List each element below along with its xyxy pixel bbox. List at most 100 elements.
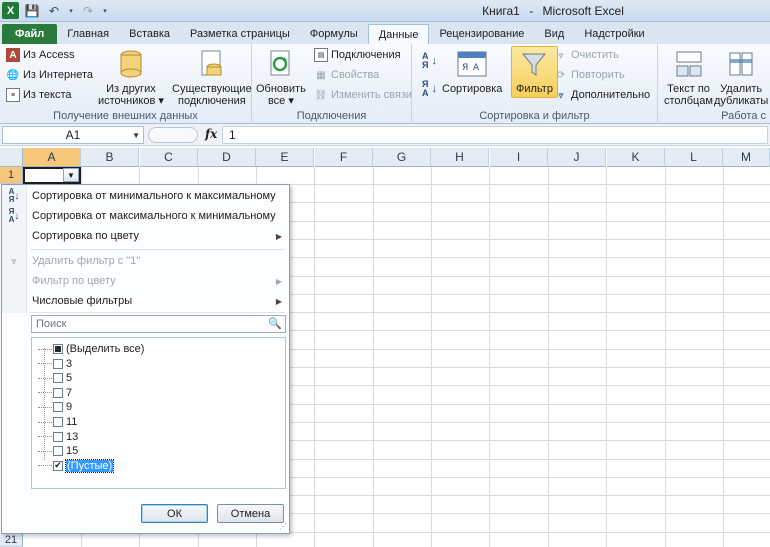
checkbox[interactable]	[53, 417, 63, 427]
filter-value-item[interactable]: 13	[38, 430, 78, 444]
row-header-1[interactable]: 1	[0, 167, 23, 184]
tree-connector	[38, 450, 52, 452]
column-header-k[interactable]: K	[607, 148, 665, 167]
filter-value-item[interactable]: 11	[38, 415, 77, 429]
title-bar: X 💾 ↶ ▾ ↷ ▾ Книга1 - Microsoft Excel	[0, 0, 770, 22]
clear-filter-button[interactable]: ⩔ Очистить	[554, 48, 619, 62]
from-other-label-2: источников ▾	[98, 95, 164, 107]
menu-clear-filter[interactable]: ⩔ Удалить фильтр с "1"	[2, 251, 289, 271]
from-text-button[interactable]: ≡ Из текста	[6, 88, 72, 102]
remove-duplicates-icon	[725, 48, 757, 80]
name-box[interactable]: A1 ▼	[2, 126, 144, 144]
column-header-l[interactable]: L	[665, 148, 723, 167]
insert-function-icon[interactable]: fx	[205, 127, 217, 141]
menu-filter-by-color[interactable]: Фильтр по цвету ▶	[2, 271, 289, 291]
resize-grip-icon[interactable]: ⋰	[279, 522, 287, 531]
advanced-filter-button[interactable]: ⩔ Дополнительно	[554, 88, 650, 102]
sort-za-icon[interactable]: Я А ↓	[422, 80, 437, 98]
column-header-f[interactable]: F	[315, 148, 373, 167]
column-header-i[interactable]: I	[490, 148, 548, 167]
tab-home[interactable]: Главная	[57, 24, 119, 44]
filter-search-input[interactable]: Поиск 🔍	[31, 315, 286, 333]
from-access-button[interactable]: A Из Access	[6, 48, 74, 62]
title-separator: -	[529, 4, 534, 18]
tab-file[interactable]: Файл	[2, 24, 58, 44]
sort-descending-label: Сортировка от максимального к минимально…	[32, 210, 276, 222]
refresh-all-button[interactable]: Обновить все ▾	[256, 48, 306, 107]
autofilter-dropdown-button[interactable]: ▼	[63, 168, 79, 182]
reapply-button[interactable]: ⟳ Повторить	[554, 68, 625, 82]
remove-duplicates-button[interactable]: Удалить дубликаты	[714, 48, 768, 107]
filter-value-item[interactable]: ✔ (Пустые)	[38, 458, 115, 473]
column-header-d[interactable]: D	[198, 148, 256, 167]
filter-value-item[interactable]: 15	[38, 444, 78, 458]
sort-az-icon[interactable]: А Я ↓	[422, 52, 437, 70]
menu-sort-by-color[interactable]: Сортировка по цвету ▶	[2, 226, 289, 246]
column-header-b[interactable]: B	[81, 148, 139, 167]
gridline	[314, 167, 315, 547]
group-label-data-tools: Работа с	[721, 110, 766, 122]
existing-connections-button[interactable]: Существующие подключения	[172, 48, 252, 107]
from-other-sources-button[interactable]: Из других источников ▾	[98, 48, 164, 107]
connections-button[interactable]: ▤ Подключения	[314, 48, 401, 62]
column-header-e[interactable]: E	[256, 148, 314, 167]
tab-page-layout[interactable]: Разметка страницы	[180, 24, 300, 44]
filter-value-item[interactable]: 7	[38, 386, 72, 400]
tab-data[interactable]: Данные	[367, 24, 430, 44]
tab-view[interactable]: Вид	[534, 24, 574, 44]
sort-button[interactable]: ЯА Сортировка	[442, 48, 502, 95]
filter-button[interactable]: Фильтр	[511, 46, 558, 98]
menu-sort-descending[interactable]: Я А ↓ Сортировка от максимального к минима…	[2, 206, 289, 226]
text-to-columns-button[interactable]: Текст по столбцам	[664, 48, 713, 107]
ok-button[interactable]: ОК	[141, 504, 208, 523]
remove-duplicates-label-1: Удалить	[720, 83, 763, 95]
column-header-h[interactable]: H	[431, 148, 489, 167]
formula-input[interactable]: 1	[222, 126, 768, 144]
cancel-button[interactable]: Отмена	[217, 504, 284, 523]
clear-label: Очистить	[571, 49, 619, 61]
advanced-filter-icon: ⩔	[558, 89, 564, 101]
checkbox[interactable]	[53, 373, 63, 384]
clear-filter-label: Удалить фильтр с "1"	[32, 255, 141, 267]
checkbox[interactable]	[53, 344, 63, 354]
select-all-corner[interactable]	[0, 148, 23, 167]
ribbon: A Из Access 🌐 Из Интернета ≡ Из текста И…	[0, 44, 770, 124]
row-header-21[interactable]: 21	[0, 534, 23, 547]
filter-values-list[interactable]: (Выделить все) 3 5 7 9 11 13 15 ✔ (Пустые)	[31, 337, 286, 489]
column-header-a[interactable]: A	[23, 148, 81, 167]
checkbox[interactable]: ✔	[53, 460, 63, 471]
tab-formulas[interactable]: Формулы	[300, 24, 368, 44]
from-web-button[interactable]: 🌐 Из Интернета	[6, 68, 93, 82]
column-header-m[interactable]: M	[723, 148, 770, 167]
clear-filter-icon: ⩔	[558, 49, 564, 61]
checkbox[interactable]	[53, 402, 63, 413]
tab-insert[interactable]: Вставка	[119, 24, 180, 44]
filter-value-item[interactable]: (Выделить все)	[38, 342, 144, 356]
tab-addins[interactable]: Надстройки	[574, 24, 654, 44]
group-external-data: A Из Access 🌐 Из Интернета ≡ Из текста И…	[0, 44, 252, 124]
checkbox[interactable]	[53, 446, 63, 457]
chevron-down-icon[interactable]: ▼	[132, 131, 140, 140]
column-header-j[interactable]: J	[548, 148, 606, 167]
column-header-c[interactable]: C	[140, 148, 198, 167]
filter-value-item[interactable]: 9	[38, 400, 72, 414]
search-icon[interactable]: 🔍	[268, 317, 282, 330]
properties-button[interactable]: ▦ Свойства	[314, 68, 379, 82]
refresh-all-label-2: все ▾	[267, 95, 294, 107]
tree-connector	[38, 363, 52, 365]
filter-value-label: 5	[66, 372, 73, 385]
menu-number-filters[interactable]: Числовые фильтры ▶	[2, 291, 289, 311]
checkbox[interactable]	[53, 387, 63, 398]
edit-links-button[interactable]: ⛓ Изменить связи	[314, 88, 412, 102]
group-label-sort-filter: Сортировка и фильтр	[479, 110, 590, 122]
tab-review[interactable]: Рецензирование	[429, 24, 534, 44]
menu-sort-ascending[interactable]: А Я ↓ Сортировка от минимального к максима…	[2, 186, 289, 206]
app-name: Microsoft Excel	[542, 4, 624, 18]
filter-value-item[interactable]: 5	[38, 371, 72, 385]
reapply-label: Повторить	[571, 69, 625, 81]
formula-bar-divider[interactable]	[148, 127, 198, 143]
checkbox[interactable]	[53, 358, 63, 369]
checkbox[interactable]	[53, 431, 63, 442]
filter-value-item[interactable]: 3	[38, 357, 72, 371]
column-header-g[interactable]: G	[373, 148, 431, 167]
